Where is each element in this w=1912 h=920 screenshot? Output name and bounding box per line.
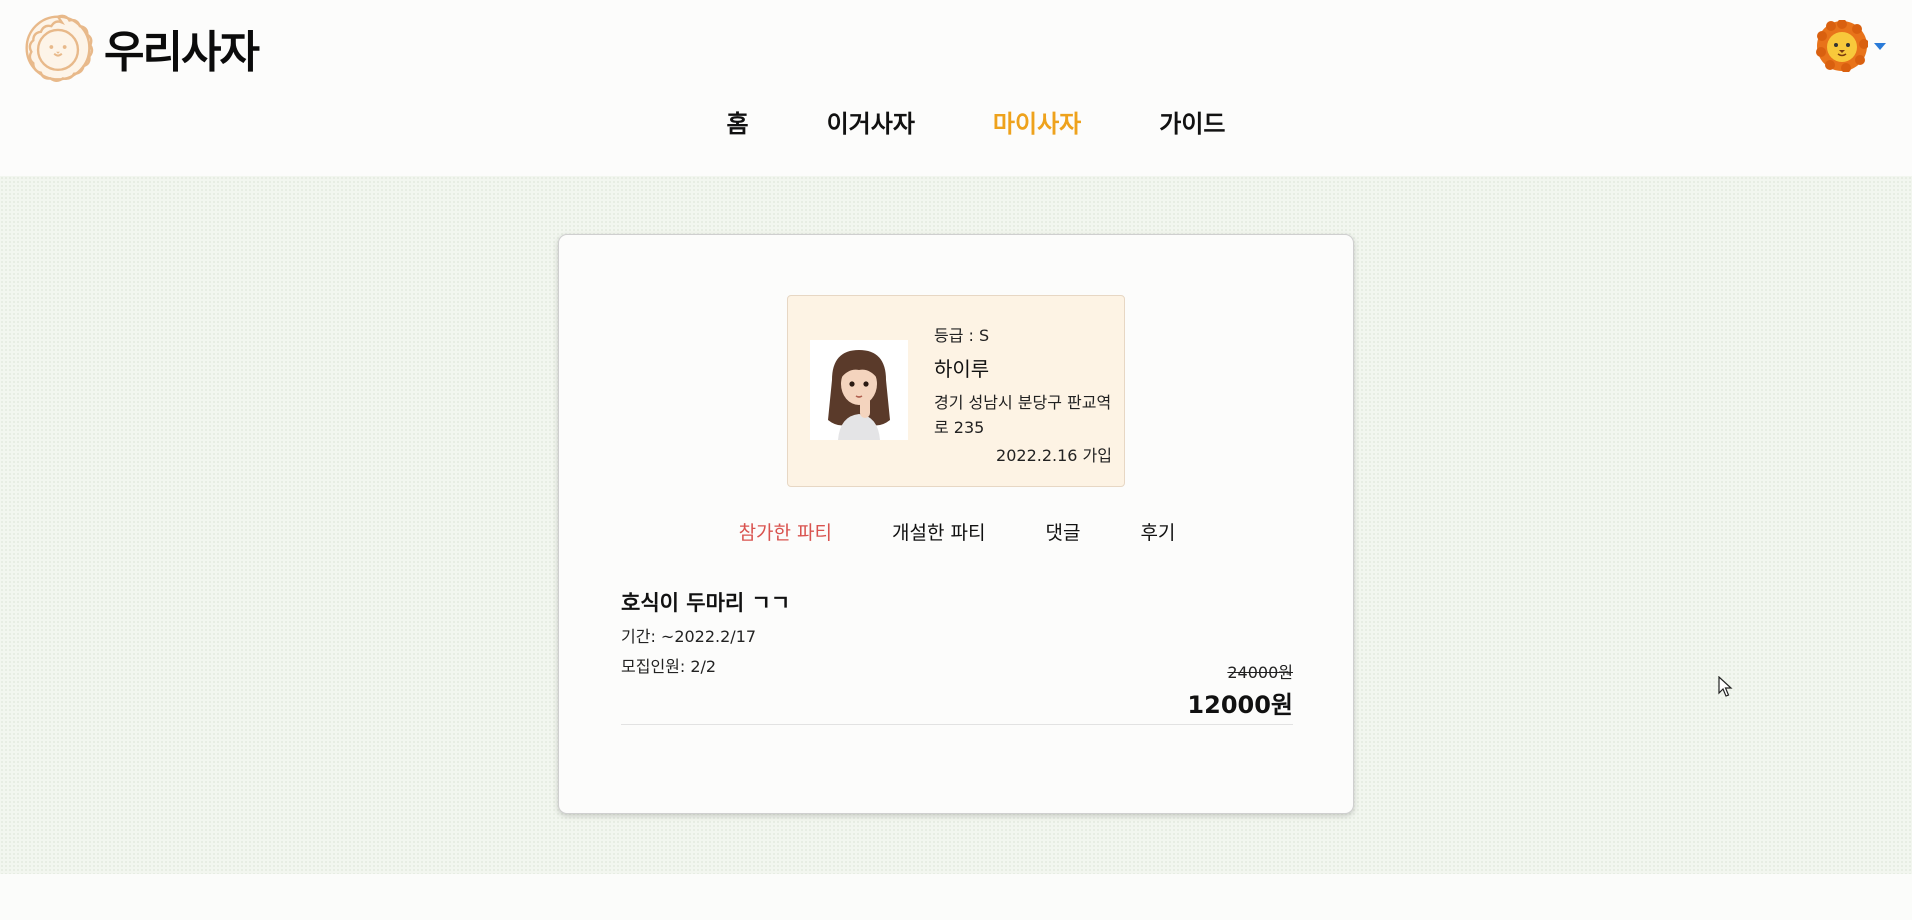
- party-members: 모집인원: 2/2: [621, 657, 717, 676]
- user-avatar-icon: [810, 340, 908, 440]
- profile-joined-date: 2022.2.16 가입: [996, 446, 1112, 465]
- nav-item-buy-this[interactable]: 이거사자: [827, 104, 915, 139]
- mypage-card: 등급 : S 하이루 경기 성남시 분당구 판교역로 235 2022.2.16…: [558, 234, 1354, 814]
- party-title: 호식이 두마리 ㄱㄱ: [621, 591, 791, 615]
- caret-down-icon[interactable]: [1874, 42, 1886, 50]
- party-list-item[interactable]: 호식이 두마리 ㄱㄱ 기간: ~2022.2/17 모집인원: 2/2 2400…: [621, 587, 1293, 725]
- user-menu[interactable]: [1816, 20, 1886, 72]
- mouse-cursor-icon: [1718, 676, 1733, 697]
- lion-avatar-icon[interactable]: [1816, 20, 1868, 72]
- content-area: 등급 : S 하이루 경기 성남시 분당구 판교역로 235 2022.2.16…: [0, 176, 1912, 874]
- lion-logo-icon: [25, 14, 94, 82]
- tab-reviews[interactable]: 후기: [1140, 518, 1175, 545]
- nav-item-my-page[interactable]: 마이사자: [993, 104, 1081, 139]
- nav-item-home[interactable]: 홈: [727, 104, 749, 139]
- header: 우리사자 홈 이거사자 마이사자 가이드: [0, 0, 1912, 176]
- tab-joined-parties[interactable]: 참가한 파티: [739, 518, 832, 545]
- profile-card: 등급 : S 하이루 경기 성남시 분당구 판교역로 235 2022.2.16…: [787, 295, 1125, 487]
- profile-info: 등급 : S 하이루 경기 성남시 분당구 판교역로 235 2022.2.16…: [934, 322, 1114, 466]
- party-price: 12000원: [1187, 691, 1293, 719]
- profile-photo: [810, 340, 908, 440]
- profile-address: 경기 성남시 분당구 판교역로 235: [934, 393, 1112, 437]
- party-original-price: 24000원: [1227, 663, 1293, 682]
- tab-created-parties[interactable]: 개설한 파티: [892, 518, 985, 545]
- mypage-tabs: 참가한 파티 개설한 파티 댓글 후기: [559, 518, 1355, 545]
- logo[interactable]: 우리사자: [20, 10, 260, 86]
- profile-grade: 등급 : S: [934, 326, 990, 345]
- logo-text: 우리사자: [104, 27, 260, 78]
- profile-nickname: 하이루: [934, 357, 990, 381]
- tab-comments[interactable]: 댓글: [1045, 518, 1080, 545]
- nav-item-guide[interactable]: 가이드: [1159, 104, 1225, 139]
- party-period: 기간: ~2022.2/17: [621, 627, 757, 646]
- main-nav: 홈 이거사자 마이사자 가이드: [0, 104, 1912, 139]
